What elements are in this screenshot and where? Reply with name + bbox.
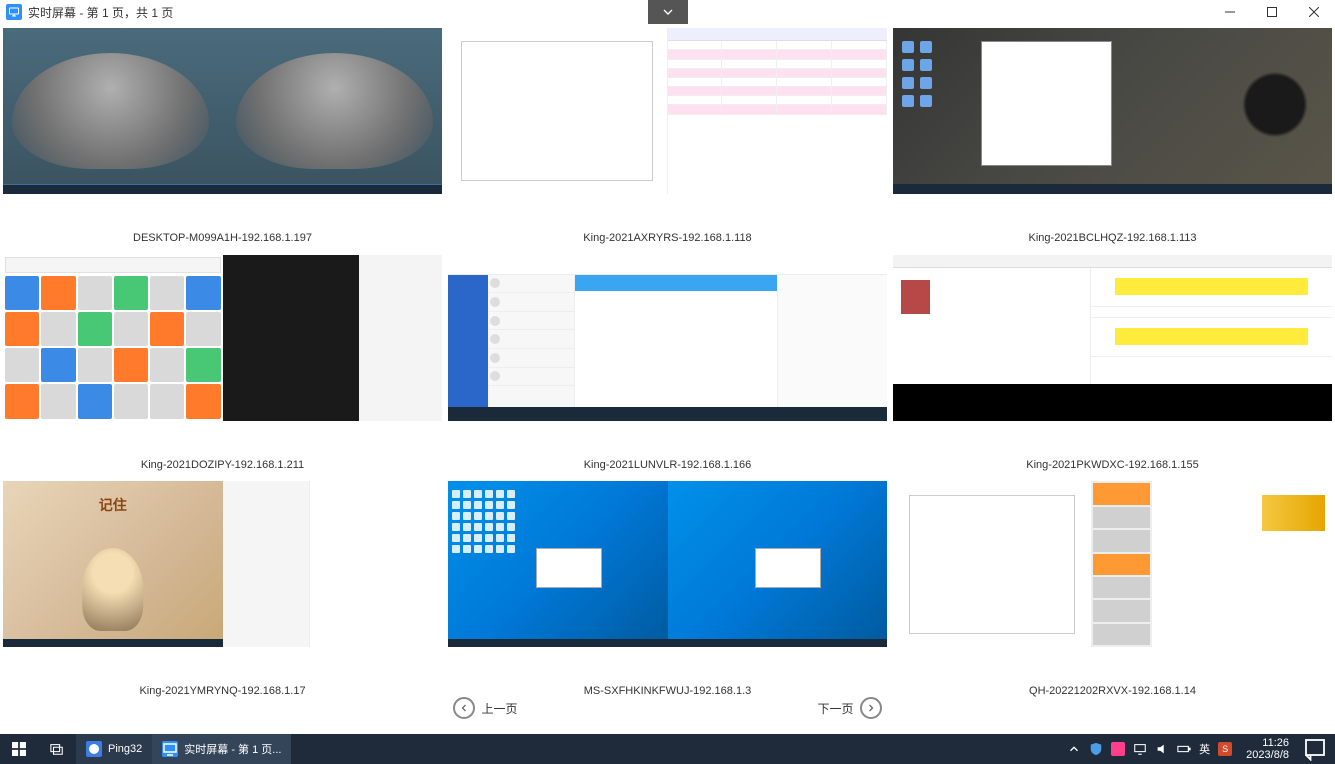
clock-time: 11:26 <box>1262 737 1289 749</box>
window-controls <box>1209 0 1335 24</box>
thumb-text: 记住 <box>99 495 127 515</box>
screen-thumbnail[interactable] <box>448 255 887 421</box>
taskbar-app-label: Ping32 <box>108 743 142 755</box>
screen-cell: MS-SXFHKINKFWUJ-192.168.1.3 <box>448 481 887 702</box>
network-icon[interactable] <box>1133 742 1147 756</box>
screen-thumbnail[interactable] <box>448 481 887 647</box>
screen-grid: DESKTOP-M099A1H-192.168.1.197 King-2021A… <box>0 24 1335 702</box>
battery-icon[interactable] <box>1177 742 1191 756</box>
next-page-label: 下一页 <box>818 700 854 717</box>
volume-icon[interactable] <box>1155 742 1169 756</box>
expand-dropdown-button[interactable] <box>648 0 688 24</box>
prev-page-label: 上一页 <box>481 700 517 717</box>
app-icon <box>6 4 22 20</box>
screen-cell: King-2021DOZIPY-192.168.1.211 <box>3 255 442 476</box>
ping32-icon <box>86 741 102 757</box>
arrow-right-icon <box>860 697 882 719</box>
screen-label: King-2021PKWDXC-192.168.1.155 <box>1026 459 1198 471</box>
screen-label: King-2021DOZIPY-192.168.1.211 <box>141 459 304 471</box>
minimize-button[interactable] <box>1209 0 1251 24</box>
tray-chevron-icon[interactable] <box>1067 742 1081 756</box>
next-page-button[interactable]: 下一页 <box>818 697 882 719</box>
tray-app-icon[interactable] <box>1111 742 1125 756</box>
notifications-button[interactable] <box>1303 737 1327 761</box>
screen-thumbnail[interactable] <box>3 255 442 421</box>
taskbar-app-ping32[interactable]: Ping32 <box>76 734 152 764</box>
screen-thumbnail[interactable] <box>893 28 1332 194</box>
screen-thumbnail[interactable]: 记住 <box>3 481 442 647</box>
screen-cell: QH-20221202RXVX-192.168.1.14 <box>893 481 1332 702</box>
window-title: 实时屏幕 - 第 1 页，共 1 页 <box>28 4 173 21</box>
clock[interactable]: 11:26 2023/8/8 <box>1240 737 1295 761</box>
titlebar: 实时屏幕 - 第 1 页，共 1 页 <box>0 0 1335 24</box>
system-tray: 英 S 11:26 2023/8/8 <box>1067 737 1335 761</box>
screen-cell: 记住 King-2021YMRYNQ-192.168.1.17 <box>3 481 442 702</box>
maximize-button[interactable] <box>1251 0 1293 24</box>
taskbar-app-realtime-screen[interactable]: 实时屏幕 - 第 1 页... <box>152 734 291 764</box>
clock-date: 2023/8/8 <box>1246 749 1289 761</box>
screen-label: QH-20221202RXVX-192.168.1.14 <box>1029 685 1196 697</box>
screen-thumbnail[interactable] <box>3 28 442 194</box>
monitor-icon <box>162 741 178 757</box>
task-view-button[interactable] <box>38 734 76 764</box>
screen-label: DESKTOP-M099A1H-192.168.1.197 <box>133 232 312 244</box>
sogou-ime-icon[interactable]: S <box>1218 742 1232 756</box>
ime-indicator[interactable]: 英 <box>1199 741 1210 757</box>
screen-cell: King-2021LUNVLR-192.168.1.166 <box>448 255 887 476</box>
screen-label: King-2021BCLHQZ-192.168.1.113 <box>1029 232 1197 244</box>
screen-thumbnail[interactable] <box>893 255 1332 421</box>
screen-cell: King-2021PKWDXC-192.168.1.155 <box>893 255 1332 476</box>
arrow-left-icon <box>453 697 475 719</box>
taskbar-app-label: 实时屏幕 - 第 1 页... <box>184 741 281 757</box>
screen-cell: King-2021AXRYRS-192.168.1.118 <box>448 28 887 249</box>
tray-shield-icon[interactable] <box>1089 742 1103 756</box>
screen-label: MS-SXFHKINKFWUJ-192.168.1.3 <box>584 685 752 697</box>
prev-page-button[interactable]: 上一页 <box>453 697 517 719</box>
os-taskbar: Ping32 实时屏幕 - 第 1 页... 英 S 11:26 2023/8/… <box>0 734 1335 764</box>
close-button[interactable] <box>1293 0 1335 24</box>
screen-label: King-2021YMRYNQ-192.168.1.17 <box>139 685 305 697</box>
screen-thumbnail[interactable] <box>448 28 887 194</box>
start-button[interactable] <box>0 734 38 764</box>
screen-cell: King-2021BCLHQZ-192.168.1.113 <box>893 28 1332 249</box>
screen-label: King-2021LUNVLR-192.168.1.166 <box>584 459 752 471</box>
screen-thumbnail[interactable] <box>893 481 1332 647</box>
screen-cell: DESKTOP-M099A1H-192.168.1.197 <box>3 28 442 249</box>
screen-label: King-2021AXRYRS-192.168.1.118 <box>583 232 751 244</box>
